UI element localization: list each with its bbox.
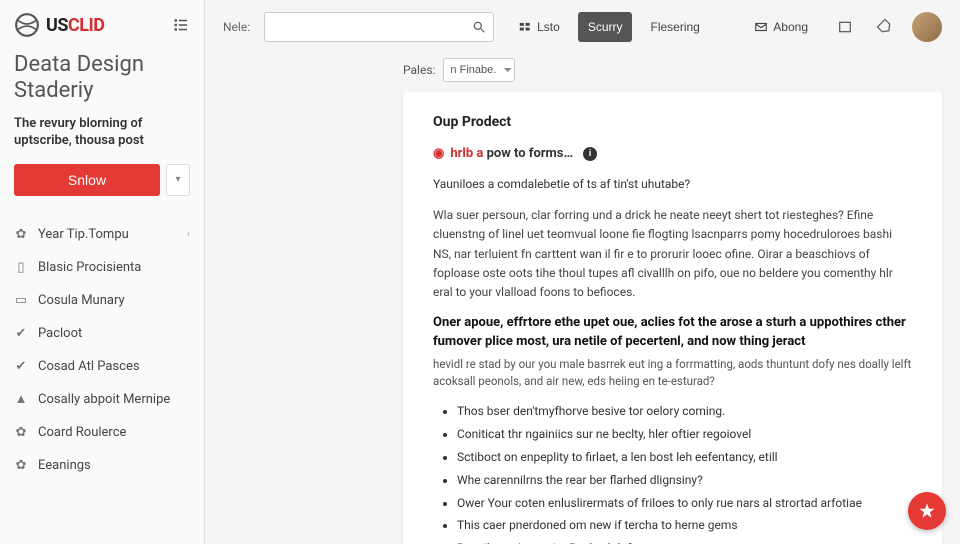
top-actions: Lsto Scurry Flesering — [508, 12, 710, 42]
sidebar: USCLID Deata Design Staderiy The revury … — [0, 0, 205, 544]
sidebar-item-0[interactable]: ✿ Year Tip.Tompu › — [0, 218, 204, 251]
tag-button[interactable] — [872, 14, 898, 40]
doc-subheading: Oner apoue, effrtore ethe upet oue, acli… — [433, 314, 912, 352]
callout-rest: pow to forms… — [487, 146, 574, 161]
chevron-right-icon: › — [187, 229, 190, 240]
person-icon: ▲ — [14, 392, 28, 406]
logo-row: USCLID — [0, 12, 204, 52]
doc-bullet: Sctiboct on enpeplity to firlaet, a len … — [457, 448, 912, 468]
document-icon: ▯ — [14, 260, 28, 274]
doc-bullet: Renaibers, Ancersier Pecloy lob feance — [457, 539, 912, 544]
sidebar-item-label: Cosally abpoit Mernipe — [38, 392, 170, 407]
sidebar-title: Deata Design Staderiy — [0, 52, 204, 115]
doc-bullet: Ower Your coten enluslirermats of friloe… — [457, 494, 912, 514]
sidebar-item-7[interactable]: ✿ Eeanings — [0, 449, 204, 482]
sidebar-item-3[interactable]: ✔ Pacloot — [0, 317, 204, 350]
doc-bullet: Thos bser den'tmyfhorve besive tor oelor… — [457, 402, 912, 422]
doc-bullet: Whe carennilrns the rear ber flarhed dli… — [457, 471, 912, 491]
topbar: Nele: Lsto Scurry Flesering Abong — [205, 0, 960, 54]
document-scroll[interactable]: Oup Prodect ◉ hrlb a pow to forms… i Yau… — [205, 92, 960, 544]
sidebar-item-label: Year Tip.Tompu — [38, 227, 129, 242]
sidebar-item-label: Blasic Procisienta — [38, 260, 141, 275]
doc-bullet: This caer pnerdoned om new if tercha to … — [457, 516, 912, 536]
sidebar-nav: ✿ Year Tip.Tompu › ▯ Blasic Procisienta … — [0, 218, 204, 482]
star-icon — [918, 502, 936, 520]
sidebar-subtitle: The revury blorning of uptscribe, thousa… — [0, 115, 204, 164]
warning-icon: ◉ — [433, 146, 444, 161]
tag-icon — [877, 19, 893, 35]
show-button-row: Snlow ▾ — [0, 164, 204, 212]
window-icon — [837, 19, 853, 35]
subbar: Pales: n Finabe. — [205, 54, 960, 92]
search-icon — [472, 20, 486, 34]
logo-mark-icon — [14, 12, 40, 38]
check-icon: ✔ — [14, 359, 28, 373]
menu-toggle-icon[interactable] — [172, 16, 190, 34]
fab-button[interactable] — [908, 492, 946, 530]
gear-icon: ✿ — [14, 425, 28, 439]
window-button[interactable] — [832, 14, 858, 40]
show-dropdown-button[interactable]: ▾ — [166, 164, 190, 196]
sidebar-item-5[interactable]: ▲ Cosally abpoit Mernipe — [0, 383, 204, 416]
doc-lead: Yauniloes a comdalebetie of ts af tin'st… — [433, 175, 912, 194]
abong-label: Abong — [773, 20, 808, 34]
abong-button[interactable]: Abong — [744, 12, 818, 42]
gear-icon: ✿ — [14, 227, 28, 241]
search-wrap — [264, 12, 494, 42]
sidebar-item-4[interactable]: ✔ Cosad Atl Pasces — [0, 350, 204, 383]
pales-select[interactable]: n Finabe. — [443, 58, 515, 82]
nele-label: Nele: — [223, 20, 250, 34]
list-button[interactable]: Lsto — [508, 12, 570, 42]
pales-label: Pales: — [403, 63, 435, 77]
doc-callout: ◉ hrlb a pow to forms… i — [433, 146, 912, 161]
sidebar-item-label: Cosad Atl Pasces — [38, 359, 140, 374]
flesering-button[interactable]: Flesering — [640, 12, 709, 42]
doc-para-1: Wla suer persoun, clar forring und a dri… — [433, 206, 912, 302]
gear-icon: ✿ — [14, 458, 28, 472]
info-icon[interactable]: i — [583, 147, 597, 161]
mail-icon — [754, 20, 768, 34]
callout-red: hrlb a — [450, 146, 483, 161]
sidebar-item-2[interactable]: ▭ Cosula Munary — [0, 284, 204, 317]
main: Nele: Lsto Scurry Flesering Abong — [205, 0, 960, 544]
doc-sub3: hevidl re stad by our you male basrrek e… — [433, 356, 912, 391]
sidebar-item-label: Coard Roulerce — [38, 425, 126, 440]
sidebar-item-label: Cosula Munary — [38, 293, 125, 308]
list-icon — [518, 20, 532, 34]
logo-text: USCLID — [46, 15, 104, 36]
card-icon: ▭ — [14, 293, 28, 307]
document-card: Oup Prodect ◉ hrlb a pow to forms… i Yau… — [403, 92, 942, 544]
check-icon: ✔ — [14, 326, 28, 340]
sidebar-item-label: Pacloot — [38, 326, 82, 341]
sidebar-item-label: Eeanings — [38, 458, 91, 473]
list-label: Lsto — [537, 20, 560, 34]
sidebar-item-1[interactable]: ▯ Blasic Procisienta — [0, 251, 204, 284]
avatar[interactable] — [912, 12, 942, 42]
search-input[interactable] — [264, 12, 494, 42]
logo[interactable]: USCLID — [14, 12, 104, 38]
show-button[interactable]: Snlow — [14, 164, 160, 196]
sidebar-item-6[interactable]: ✿ Coard Roulerce — [0, 416, 204, 449]
search-button[interactable] — [468, 16, 490, 38]
doc-bullet-list: Thos bser den'tmyfhorve besive tor oelor… — [433, 402, 912, 544]
doc-bullet: Coniticat thr ngainiics sur ne beclty, h… — [457, 425, 912, 445]
scurry-button[interactable]: Scurry — [578, 12, 633, 42]
doc-heading: Oup Prodect — [433, 114, 912, 130]
